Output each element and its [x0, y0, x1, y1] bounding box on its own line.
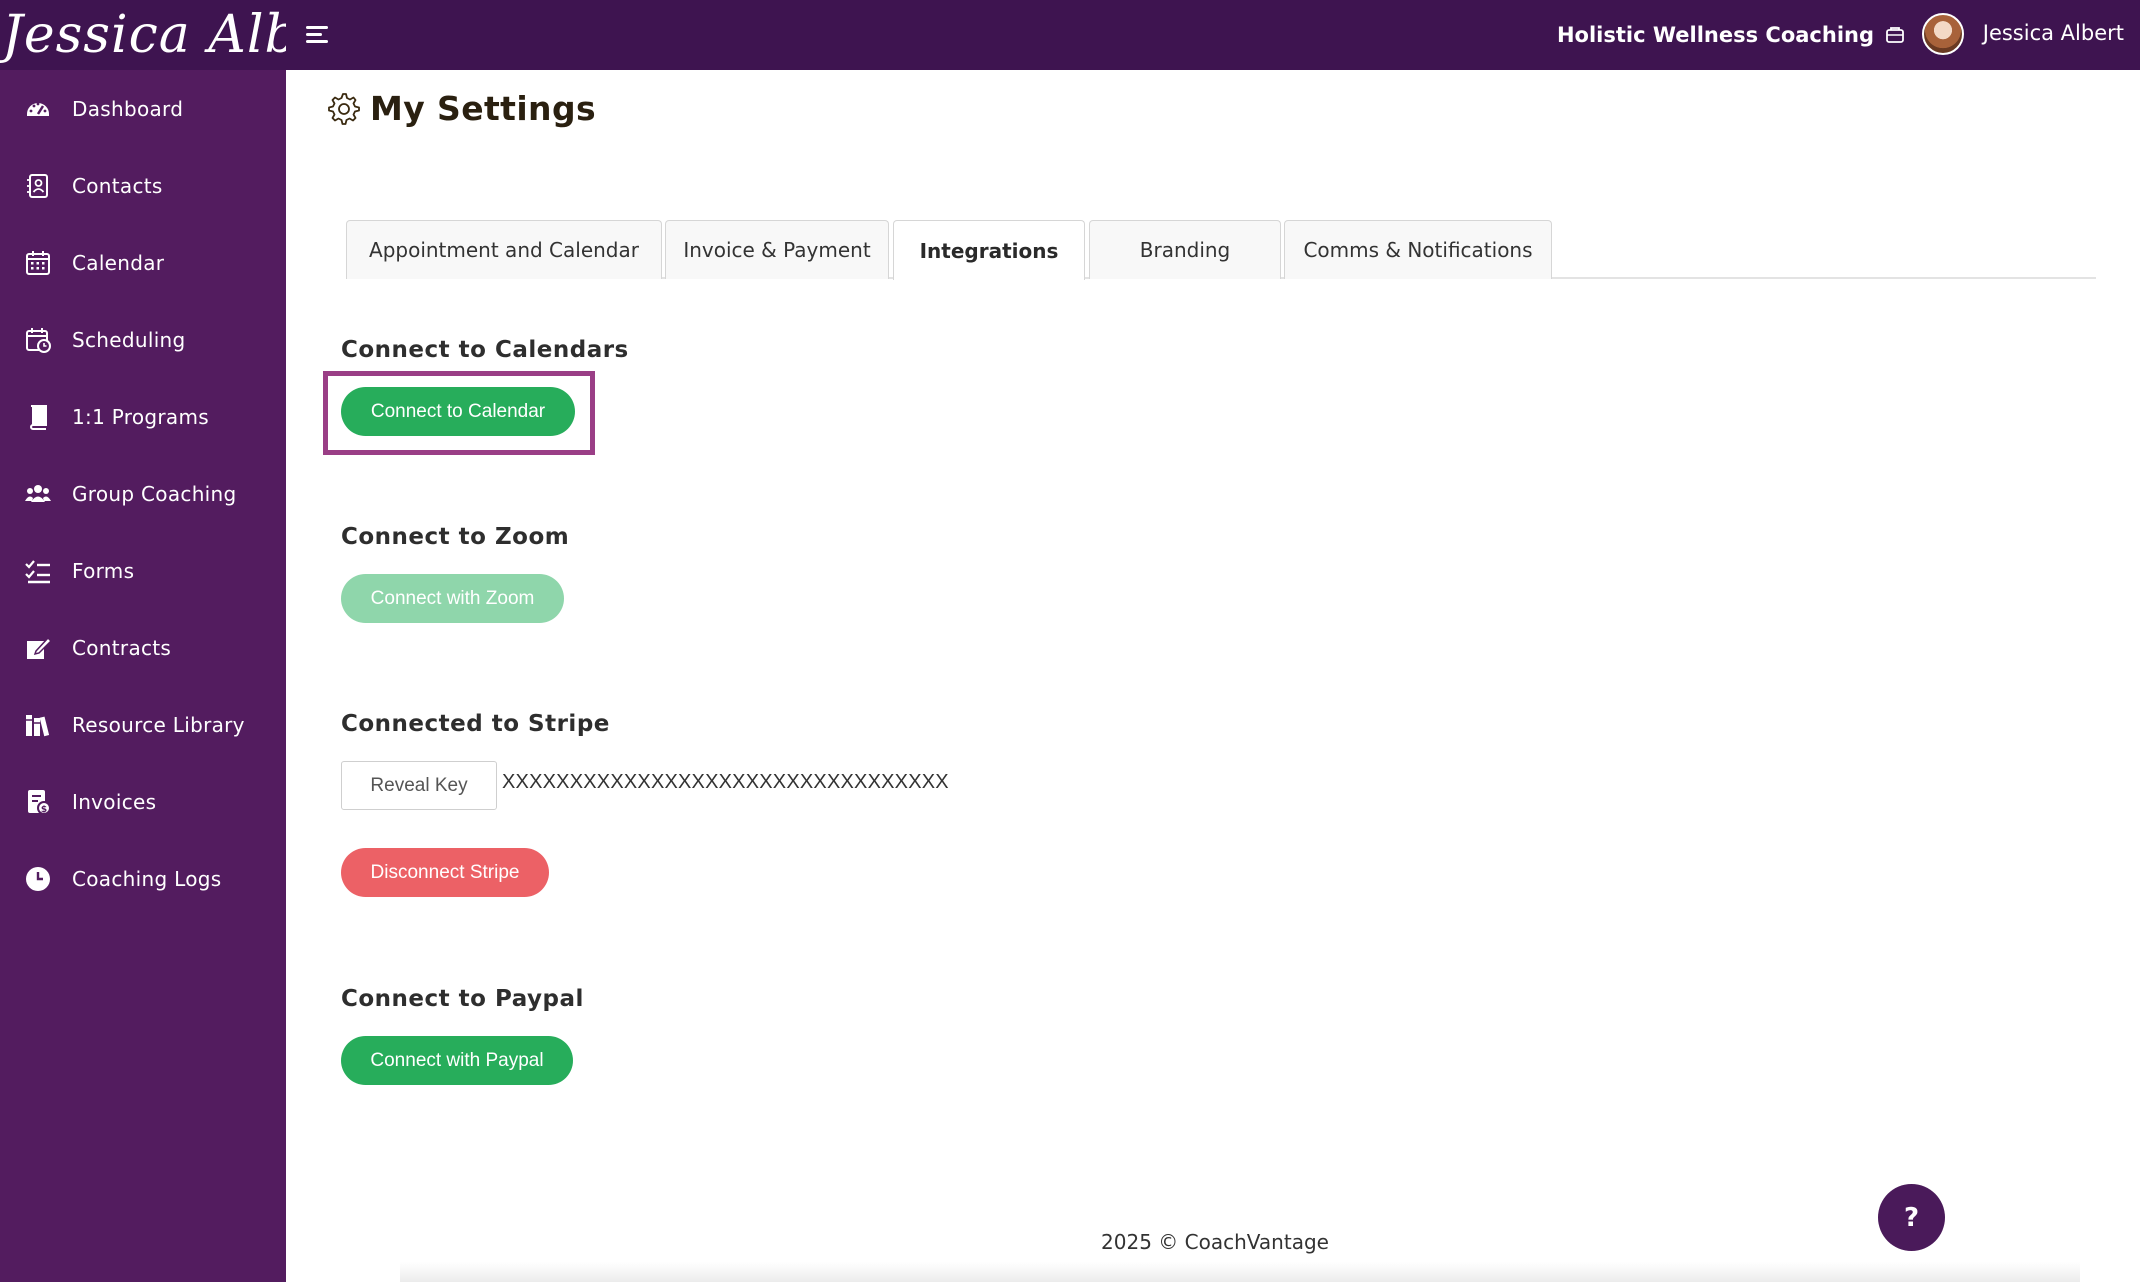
zoom-section-title: Connect to Zoom	[341, 524, 570, 550]
sidebar-item-label: Calendar	[72, 251, 165, 275]
tab-integrations[interactable]: Integrations	[893, 220, 1085, 280]
sidebar-item-label: Invoices	[72, 790, 157, 814]
menu-toggle-icon[interactable]	[306, 22, 336, 48]
help-button[interactable]: ?	[1878, 1184, 1945, 1251]
checklist-icon	[25, 560, 50, 584]
sidebar: Dashboard Contacts Calendar Scheduling 1…	[0, 70, 286, 1282]
tab-invoice-payment[interactable]: Invoice & Payment	[665, 220, 889, 279]
dashboard-icon	[27, 102, 49, 116]
footer-shadow	[400, 1262, 2080, 1282]
sidebar-item-dashboard[interactable]: Dashboard	[0, 79, 286, 139]
sidebar-item-scheduling[interactable]: Scheduling	[0, 310, 286, 370]
connect-paypal-button[interactable]: Connect with Paypal	[341, 1036, 573, 1085]
paypal-section-title: Connect to Paypal	[341, 986, 584, 1012]
users-icon	[25, 485, 51, 502]
user-name[interactable]: Jessica Albert	[1983, 0, 2124, 66]
sidebar-item-invoices[interactable]: $ Invoices	[0, 772, 286, 832]
calendars-section-title: Connect to Calendars	[341, 337, 629, 363]
disconnect-stripe-button[interactable]: Disconnect Stripe	[341, 848, 549, 897]
footer-text: 2025 © CoachVantage	[1101, 1230, 1329, 1254]
stripe-masked-key: XXXXXXXXXXXXXXXXXXXXXXXXXXXXXXXXX	[502, 771, 949, 793]
tab-comms-notifications[interactable]: Comms & Notifications	[1284, 220, 1552, 279]
business-switch-icon[interactable]	[1884, 24, 1906, 46]
sidebar-item-label: Forms	[72, 559, 135, 583]
connect-zoom-button[interactable]: Connect with Zoom	[341, 574, 564, 623]
svg-text:$: $	[41, 805, 47, 815]
contacts-icon	[27, 174, 48, 198]
sidebar-item-contacts[interactable]: Contacts	[0, 156, 286, 216]
page-header: My Settings	[326, 86, 596, 130]
gear-icon	[328, 93, 360, 125]
sidebar-item-label: Group Coaching	[72, 482, 237, 506]
calendar-icon	[26, 251, 50, 275]
tab-appointment-calendar[interactable]: Appointment and Calendar	[346, 220, 662, 279]
avatar[interactable]	[1922, 13, 1964, 55]
tab-branding[interactable]: Branding	[1089, 220, 1281, 279]
sidebar-item-group-coaching[interactable]: Group Coaching	[0, 464, 286, 524]
invoice-icon: $	[28, 790, 51, 815]
scheduling-icon	[26, 328, 51, 353]
sidebar-item-calendar[interactable]: Calendar	[0, 233, 286, 293]
sidebar-item-label: Scheduling	[72, 328, 186, 352]
logo[interactable]: Jessica Albert	[0, 0, 286, 70]
sidebar-item-label: Contracts	[72, 636, 172, 660]
contract-sign-icon	[27, 636, 52, 659]
reveal-key-button[interactable]: Reveal Key	[341, 761, 497, 810]
top-bar: Jessica Albert Holistic Wellness Coachin…	[0, 0, 2140, 70]
sidebar-item-label: Resource Library	[72, 713, 245, 737]
clock-icon	[26, 867, 50, 891]
sidebar-item-label: Contacts	[72, 174, 163, 198]
sidebar-item-programs[interactable]: 1:1 Programs	[0, 387, 286, 447]
sidebar-item-forms[interactable]: Forms	[0, 541, 286, 601]
sidebar-item-contracts[interactable]: Contracts	[0, 618, 286, 678]
sidebar-item-label: Coaching Logs	[72, 867, 222, 891]
sidebar-item-coaching-logs[interactable]: Coaching Logs	[0, 849, 286, 909]
page-title: My Settings	[370, 88, 597, 128]
business-name[interactable]: Holistic Wellness Coaching	[1557, 0, 1874, 70]
sidebar-item-label: Dashboard	[72, 97, 184, 121]
sidebar-item-label: 1:1 Programs	[72, 405, 209, 429]
library-icon	[26, 715, 50, 737]
stripe-section-title: Connected to Stripe	[341, 711, 610, 737]
book-icon	[30, 405, 47, 430]
connect-calendar-button[interactable]: Connect to Calendar	[341, 387, 575, 436]
sidebar-item-resource-library[interactable]: Resource Library	[0, 695, 286, 755]
